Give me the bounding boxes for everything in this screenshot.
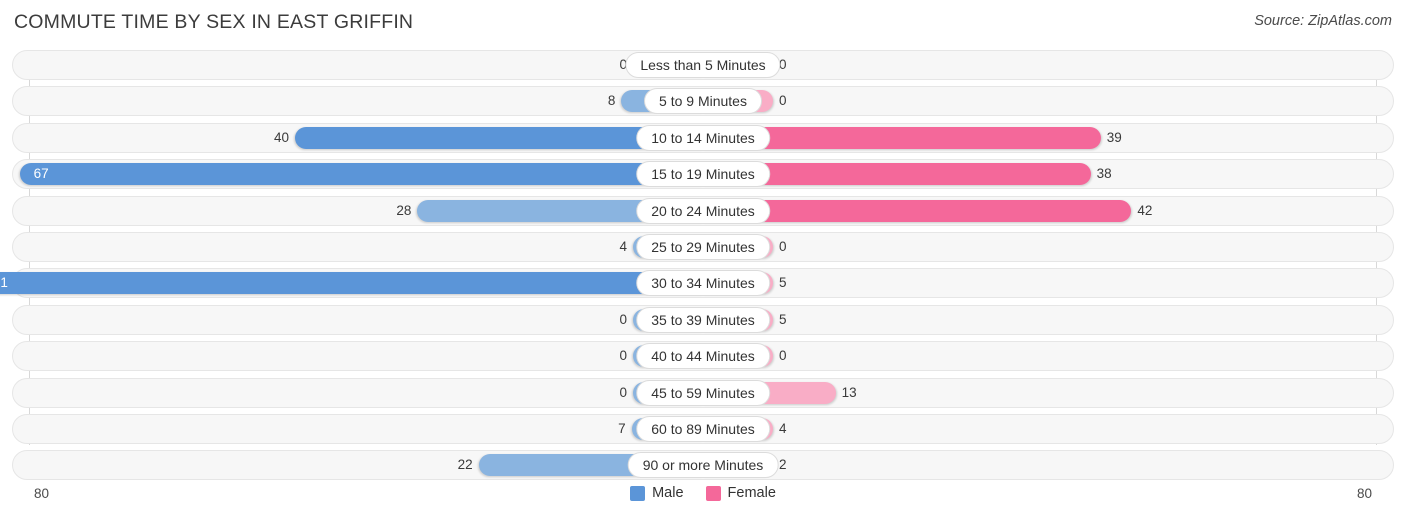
bar-value-female: 13 — [841, 384, 857, 400]
bar-male[interactable] — [0, 272, 703, 295]
chart-legend: Male Female — [0, 485, 1406, 501]
bar-value-male: 67 — [33, 166, 49, 182]
bar-row[interactable]: 0 0 40 to 44 Minutes — [0, 341, 1406, 372]
legend-item-female[interactable]: Female — [705, 485, 776, 501]
bar-value-female: 39 — [1106, 129, 1122, 145]
bar-row[interactable]: 0 13 45 to 59 Minutes — [0, 377, 1406, 408]
bar-value-female: 0 — [779, 348, 787, 364]
bar-value-male: 0 — [619, 311, 627, 327]
legend-label-male: Male — [652, 485, 684, 501]
page-title: COMMUTE TIME BY SEX IN EAST GRIFFIN — [14, 11, 414, 33]
category-label-pill: 30 to 34 Minutes — [636, 270, 770, 297]
bar-value-female: 5 — [779, 275, 787, 291]
bar-value-female: 2 — [779, 457, 787, 473]
legend-item-male[interactable]: Male — [630, 485, 684, 501]
bar-value-male: 8 — [607, 93, 616, 109]
bar-value-female: 5 — [779, 311, 787, 327]
bar-value-male: 0 — [619, 384, 627, 400]
category-label-pill: 60 to 89 Minutes — [636, 415, 770, 442]
bar-row[interactable]: 8 0 5 to 9 Minutes — [0, 86, 1406, 117]
bar-value-male: 40 — [273, 129, 289, 145]
bar-value-female: 0 — [779, 238, 787, 254]
category-label-pill: 5 to 9 Minutes — [644, 88, 762, 115]
bar-row[interactable]: 71 5 30 to 34 Minutes — [0, 268, 1406, 299]
bar-row[interactable]: 22 2 90 or more Minutes — [0, 450, 1406, 481]
category-label-pill: 45 to 59 Minutes — [636, 379, 770, 406]
bar-value-male: 0 — [619, 348, 627, 364]
legend-swatch-female-icon — [705, 485, 721, 501]
bar-row[interactable]: 0 0 Less than 5 Minutes — [0, 50, 1406, 80]
bar-value-female: 0 — [779, 93, 787, 109]
bar-value-male: 7 — [618, 420, 626, 436]
bar-row[interactable]: 0 5 35 to 39 Minutes — [0, 304, 1406, 335]
bar-value-male: 0 — [619, 57, 627, 72]
category-label-pill: 40 to 44 Minutes — [636, 343, 770, 370]
bar-value-male: 4 — [619, 238, 627, 254]
bar-male[interactable] — [19, 163, 703, 186]
bar-row[interactable]: 67 38 15 to 19 Minutes — [0, 159, 1406, 190]
category-label-pill: 35 to 39 Minutes — [636, 306, 770, 333]
chart-plot-area: 0 0 Less than 5 Minutes 8 0 5 to 9 Minutes 40 3… — [0, 44, 1406, 481]
bar-row[interactable]: 7 4 60 to 89 Minutes — [0, 413, 1406, 444]
chart-footer: 80 80 Male Female — [0, 481, 1406, 523]
bar-value-male: 28 — [396, 202, 412, 218]
chart-header: COMMUTE TIME BY SEX IN EAST GRIFFIN Sour… — [0, 0, 1406, 44]
category-label-pill: 90 or more Minutes — [627, 452, 779, 479]
category-label-pill: 10 to 14 Minutes — [636, 124, 770, 151]
bar-value-female: 4 — [779, 420, 787, 436]
legend-swatch-male-icon — [630, 485, 646, 501]
bar-value-male: 22 — [457, 457, 473, 473]
category-label-pill: 25 to 29 Minutes — [636, 233, 770, 260]
category-label-pill: 20 to 24 Minutes — [636, 197, 770, 224]
bar-row[interactable]: 28 42 20 to 24 Minutes — [0, 195, 1406, 226]
category-label-pill: 15 to 19 Minutes — [636, 161, 770, 188]
legend-label-female: Female — [727, 485, 776, 501]
bar-row[interactable]: 4 0 25 to 29 Minutes — [0, 231, 1406, 262]
bar-value-male: 71 — [0, 275, 8, 291]
source-attribution: Source: ZipAtlas.com — [1254, 13, 1392, 29]
category-label-pill: Less than 5 Minutes — [625, 52, 781, 78]
bar-rows-container: 0 0 Less than 5 Minutes 8 0 5 to 9 Minutes 40 3… — [0, 50, 1406, 487]
bar-value-female: 38 — [1096, 166, 1112, 182]
bar-value-female: 42 — [1137, 202, 1153, 218]
bar-value-female: 0 — [779, 57, 787, 72]
bar-row[interactable]: 40 39 10 to 14 Minutes — [0, 122, 1406, 153]
